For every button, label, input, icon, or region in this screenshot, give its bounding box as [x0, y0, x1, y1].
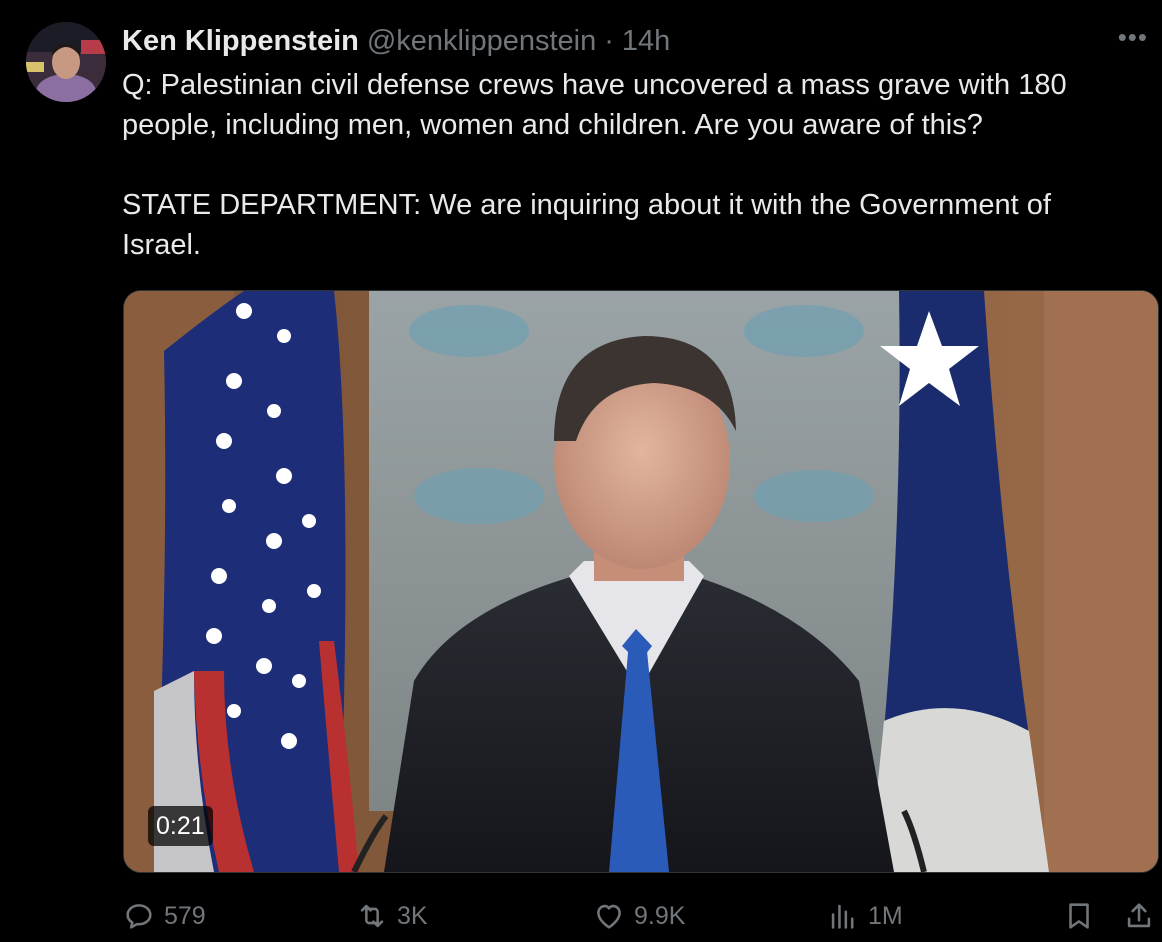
share-button[interactable]	[1122, 894, 1156, 938]
views-icon	[831, 904, 854, 929]
views-button[interactable]: 1M	[826, 894, 903, 938]
heart-icon	[597, 904, 621, 929]
action-bar: 579 3K 9.9K 1M	[0, 894, 1162, 938]
repost-button[interactable]: 3K	[355, 894, 428, 938]
separator-dot: ·	[604, 25, 614, 57]
reply-count: 579	[164, 901, 206, 930]
post-time[interactable]: 14h	[622, 24, 670, 58]
post: Ken Klippenstein @kenklippenstein · 14h …	[0, 0, 1162, 942]
post-text: Q: Palestinian civil defense crews have …	[122, 69, 1067, 261]
video-duration-badge: 0:21	[148, 806, 213, 846]
bookmark-button[interactable]	[1062, 894, 1096, 938]
repost-icon	[360, 904, 384, 928]
avatar[interactable]	[26, 22, 106, 102]
post-header: Ken Klippenstein @kenklippenstein · 14h	[122, 24, 670, 58]
video-frame	[124, 291, 1158, 872]
video-player[interactable]	[123, 290, 1159, 873]
more-horizontal-icon[interactable]: •••	[1118, 22, 1148, 53]
like-count: 9.9K	[634, 901, 686, 930]
views-count: 1M	[868, 901, 903, 930]
reply-button[interactable]: 579	[122, 894, 206, 938]
bookmark-icon	[1069, 903, 1089, 929]
like-button[interactable]: 9.9K	[592, 894, 685, 938]
author-name[interactable]: Ken Klippenstein	[122, 24, 359, 58]
repost-count: 3K	[397, 901, 428, 930]
author-handle[interactable]: @kenklippenstein	[367, 24, 596, 58]
avatar-image	[26, 22, 106, 102]
reply-icon	[126, 904, 152, 929]
share-icon	[1127, 903, 1151, 928]
